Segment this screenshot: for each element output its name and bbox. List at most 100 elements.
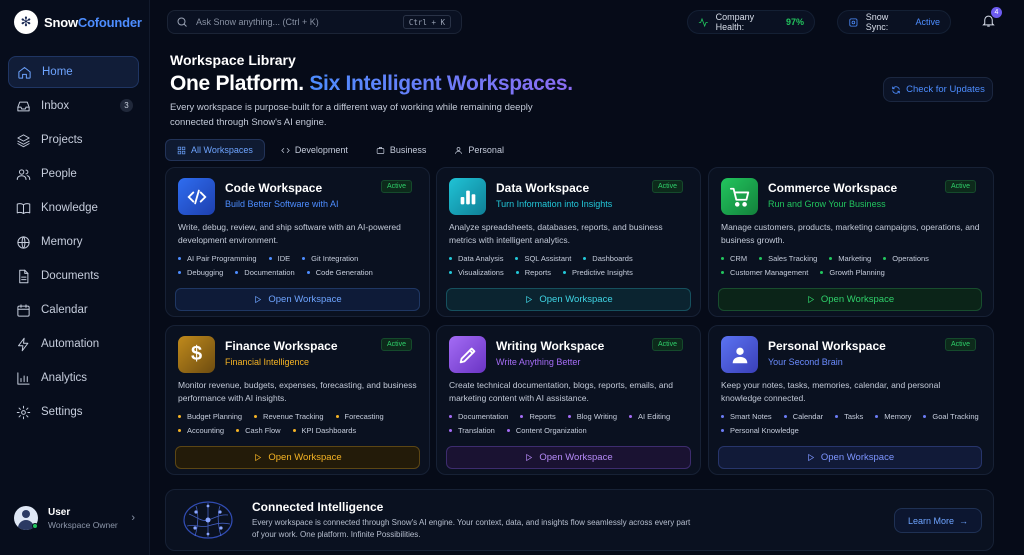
- play-icon: [526, 295, 533, 304]
- sidebar-item-inbox[interactable]: Inbox 3: [8, 90, 139, 122]
- sidebar-item-automation[interactable]: Automation: [8, 328, 139, 360]
- code-icon: [178, 178, 215, 215]
- sidebar-item-analytics[interactable]: Analytics: [8, 362, 139, 394]
- workspace-card-data: Data Workspace Turn Information into Ins…: [436, 167, 701, 317]
- open-workspace-button[interactable]: Open Workspace: [446, 288, 691, 311]
- feature-item: Accounting: [178, 426, 224, 435]
- status-badge: Active: [380, 180, 412, 193]
- status-badge: Active: [651, 338, 683, 351]
- search-icon: [177, 17, 187, 27]
- sidebar-item-knowledge[interactable]: Knowledge: [8, 192, 139, 224]
- workspace-subtitle: Financial Intelligence: [225, 357, 310, 367]
- workspace-subtitle: Your Second Brain: [768, 357, 843, 367]
- workspace-title: Commerce Workspace: [768, 181, 898, 195]
- sidebar-item-label: Settings: [41, 406, 83, 418]
- section-title: Workspace Library: [170, 52, 296, 68]
- open-workspace-button[interactable]: Open Workspace: [175, 288, 420, 311]
- tab-all-workspaces[interactable]: All Workspaces: [165, 139, 265, 161]
- feature-item: Forecasting: [336, 412, 384, 421]
- feature-item: Git Integration: [302, 254, 358, 263]
- status-badge: Active: [651, 180, 683, 193]
- sidebar-item-home[interactable]: Home: [8, 56, 139, 88]
- sidebar-item-label: People: [41, 168, 77, 180]
- sidebar-item-documents[interactable]: Documents: [8, 260, 139, 292]
- feature-list: Smart Notes Calendar Tasks Memory Goal T…: [721, 412, 991, 435]
- feature-item: AI Editing: [629, 412, 670, 421]
- sync-value: Active: [915, 17, 940, 27]
- connected-intelligence-banner: Connected Intelligence Every workspace i…: [165, 489, 994, 551]
- company-health-status[interactable]: Company Health: 97%: [687, 10, 815, 34]
- sidebar-item-projects[interactable]: Projects: [8, 124, 139, 156]
- search-box[interactable]: Ctrl + K: [167, 10, 462, 34]
- logo-text-accent: Cofounder: [77, 14, 142, 30]
- snow-sync-status[interactable]: Snow Sync: Active: [837, 10, 951, 34]
- feature-item: Operations: [883, 254, 929, 263]
- workspace-card-finance: $ Finance Workspace Financial Intelligen…: [165, 325, 430, 475]
- feature-item: Predictive Insights: [563, 268, 633, 277]
- health-label: Company Health:: [715, 12, 755, 32]
- brain-icon: [17, 235, 30, 249]
- open-workspace-button[interactable]: Open Workspace: [718, 446, 982, 469]
- sidebar-item-label: Automation: [41, 338, 100, 350]
- feature-item: Marketing: [829, 254, 871, 263]
- person-icon: [455, 146, 463, 154]
- open-workspace-button[interactable]: Open Workspace: [175, 446, 420, 469]
- tab-business[interactable]: Business: [364, 139, 439, 161]
- sidebar-item-settings[interactable]: Settings: [8, 396, 139, 428]
- feature-list: AI Pair Programming IDE Git Integration …: [178, 254, 423, 277]
- sidebar-nav: Home Inbox 3 Projects People Knowledge M…: [8, 56, 139, 430]
- workspace-subtitle: Build Better Software with AI: [225, 199, 339, 209]
- check-updates-button[interactable]: Check for Updates: [883, 77, 993, 102]
- open-workspace-button[interactable]: Open Workspace: [718, 288, 982, 311]
- feature-item: Code Generation: [307, 268, 373, 277]
- learn-more-button[interactable]: Learn More →: [894, 508, 982, 533]
- sidebar-item-label: Home: [42, 66, 73, 78]
- page-title-accent: Six Intelligent Workspaces.: [309, 72, 573, 95]
- activity-icon: [698, 17, 708, 27]
- feature-item: Content Organization: [507, 426, 587, 435]
- chart-icon: [17, 371, 30, 385]
- tab-development[interactable]: Development: [269, 139, 360, 161]
- notification-count-badge: 4: [991, 7, 1002, 18]
- sidebar-item-label: Documents: [41, 270, 100, 282]
- play-icon: [808, 453, 815, 462]
- feature-item: KPI Dashboards: [293, 426, 357, 435]
- workspace-description: Create technical documentation, blogs, r…: [449, 380, 673, 403]
- sidebar-item-label: Analytics: [41, 372, 88, 384]
- bolt-icon: [18, 337, 29, 351]
- inbox-icon: [17, 101, 30, 111]
- sidebar-item-label: Projects: [41, 134, 83, 146]
- play-icon: [255, 295, 262, 304]
- sidebar-item-label: Calendar: [41, 304, 88, 316]
- calendar-icon: [17, 303, 30, 317]
- feature-item: Revenue Tracking: [254, 412, 323, 421]
- code-icon: [281, 147, 290, 153]
- sidebar-item-people[interactable]: People: [8, 158, 139, 190]
- grid-icon: [177, 146, 186, 154]
- online-status-dot: [32, 523, 38, 529]
- sidebar-item-label: Memory: [41, 236, 83, 248]
- tab-personal[interactable]: Personal: [442, 139, 516, 161]
- cart-icon: [721, 178, 758, 215]
- user-role: Workspace Owner: [48, 519, 118, 530]
- notifications-button[interactable]: 4: [981, 7, 1002, 31]
- chevron-right-icon: ›: [131, 512, 135, 524]
- workspace-title: Code Workspace: [225, 181, 323, 195]
- feature-item: Debugging: [178, 268, 223, 277]
- workspace-subtitle: Turn Information into Insights: [496, 199, 613, 209]
- sidebar-item-memory[interactable]: Memory: [8, 226, 139, 258]
- app-logo[interactable]: ✻ SnowCofounder: [14, 10, 142, 34]
- feature-item: Visualizations: [449, 268, 504, 277]
- workspace-subtitle: Write Anything Better: [496, 357, 581, 367]
- search-input[interactable]: [196, 17, 406, 27]
- sync-label: Snow Sync:: [865, 12, 889, 32]
- sidebar-item-calendar[interactable]: Calendar: [8, 294, 139, 326]
- bar-chart-icon: [449, 178, 486, 215]
- feature-item: Growth Planning: [820, 268, 884, 277]
- page-title-plain: One Platform.: [170, 72, 304, 95]
- refresh-icon: [892, 85, 900, 94]
- workspace-title: Data Workspace: [496, 181, 590, 195]
- open-workspace-button[interactable]: Open Workspace: [446, 446, 691, 469]
- workspace-filter-tabs: All Workspaces Development Business Pers…: [165, 139, 516, 161]
- workspace-description: Write, debug, review, and ship software …: [178, 222, 401, 245]
